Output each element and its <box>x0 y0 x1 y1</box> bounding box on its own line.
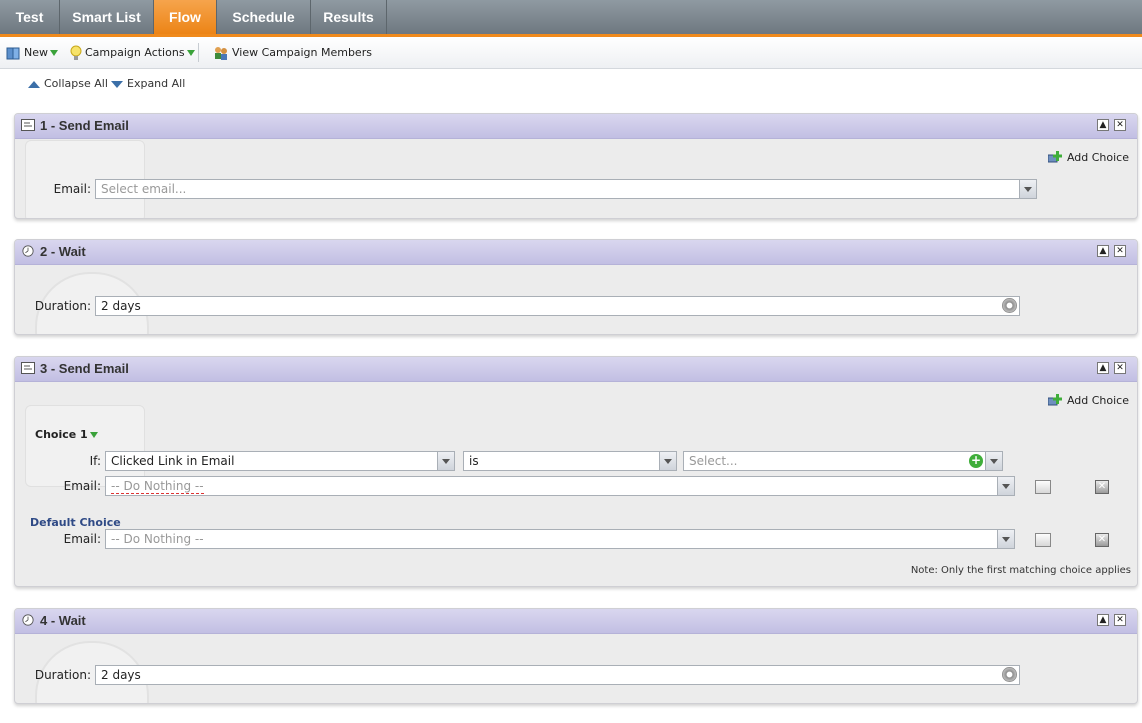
dropdown-arrow-icon[interactable] <box>1019 180 1036 198</box>
campaign-actions-label: Campaign Actions <box>85 46 185 59</box>
dropdown-arrow-icon[interactable] <box>437 452 454 470</box>
delete-choice-icon[interactable]: ✕ <box>1095 533 1109 547</box>
default-email-select[interactable]: -- Do Nothing -- <box>105 529 1015 549</box>
duration-value: 2 days <box>101 668 141 682</box>
tab-smart-list[interactable]: Smart List <box>60 0 154 34</box>
tab-bar: Test Smart List Flow Schedule Results <box>0 0 1142 37</box>
dropdown-arrow-icon[interactable] <box>997 530 1014 548</box>
dropdown-arrow-icon[interactable] <box>985 452 1002 470</box>
expand-all-label: Expand All <box>127 77 186 90</box>
flow-step-4: 4 - Wait ▲ ✕ Duration: 2 days <box>14 608 1138 704</box>
members-icon <box>215 47 227 60</box>
dropdown-arrow-icon[interactable] <box>659 452 676 470</box>
dropdown-arrow-icon <box>50 50 58 56</box>
add-choice-label: Add Choice <box>1066 151 1129 164</box>
email-watermark <box>25 405 145 487</box>
panel-header: 3 - Send Email ▲ ✕ <box>15 357 1137 382</box>
toolbar-separator <box>198 43 199 62</box>
default-email-value: -- Do Nothing -- <box>111 532 204 546</box>
collapse-button[interactable]: ▲ <box>1097 119 1109 131</box>
duration-input[interactable]: 2 days <box>95 296 1020 316</box>
book-icon <box>6 47 20 59</box>
collapse-arrow-icon <box>28 80 40 88</box>
choice-email-select[interactable]: -- Do Nothing -- <box>105 476 1015 496</box>
add-choice-button[interactable]: Add Choice <box>1047 394 1129 408</box>
panel-header: 1 - Send Email ▲ ✕ <box>15 114 1137 139</box>
step-title: 3 - Send Email <box>40 361 129 376</box>
step-title: 4 - Wait <box>40 613 86 628</box>
add-choice-label: Add Choice <box>1066 394 1129 407</box>
choice-1-label: Choice 1 <box>35 428 88 441</box>
email-label: Email: <box>63 479 101 493</box>
delete-step-button[interactable]: ✕ <box>1114 245 1126 257</box>
operator-select[interactable]: is <box>463 451 677 471</box>
duration-label: Duration: <box>34 668 91 682</box>
add-choice-icon <box>1047 151 1062 163</box>
value-select-value: Select... <box>689 454 738 468</box>
delete-step-button[interactable]: ✕ <box>1114 614 1126 626</box>
flow-step-1: 1 - Send Email ▲ ✕ Add Choice Email: Sel… <box>14 113 1138 219</box>
gear-icon[interactable] <box>1002 667 1017 682</box>
collapse-button[interactable]: ▲ <box>1097 362 1109 374</box>
tab-results[interactable]: Results <box>311 0 387 34</box>
flow-step-2: 2 - Wait ▲ ✕ Duration: 2 days <box>14 239 1138 335</box>
step-title: 1 - Send Email <box>40 118 129 133</box>
collapse-button[interactable]: ▲ <box>1097 245 1109 257</box>
duration-input[interactable]: 2 days <box>95 665 1020 685</box>
lightbulb-icon <box>70 45 82 60</box>
dropdown-arrow-icon <box>89 432 98 438</box>
clock-icon <box>22 614 34 626</box>
new-menu-button[interactable]: New <box>6 44 58 62</box>
view-members-label: View Campaign Members <box>232 46 372 59</box>
default-email-label: Email: <box>63 532 101 546</box>
delete-choice-icon[interactable]: ✕ <box>1095 480 1109 494</box>
operator-value: is <box>469 454 479 468</box>
choice-1-menu[interactable]: Choice 1 <box>35 428 98 441</box>
toolbar: New Campaign Actions View Campaign Membe… <box>0 37 1142 69</box>
expand-all-link[interactable]: Expand All <box>111 77 185 90</box>
dropdown-arrow-icon[interactable] <box>997 477 1014 495</box>
tab-flow[interactable]: Flow <box>154 0 217 34</box>
dropdown-arrow-icon <box>186 50 195 56</box>
delete-step-button[interactable]: ✕ <box>1114 119 1126 131</box>
duration-value: 2 days <box>101 299 141 313</box>
panel-header: 4 - Wait ▲ ✕ <box>15 609 1137 634</box>
collapse-all-label: Collapse All <box>44 77 108 90</box>
expand-arrow-icon <box>111 80 123 88</box>
gear-icon[interactable] <box>1002 298 1017 313</box>
choice-email-value: -- Do Nothing -- <box>111 479 204 494</box>
email-select[interactable]: Select email... <box>95 179 1037 199</box>
default-choice-label: Default Choice <box>30 516 121 529</box>
add-choice-icon <box>1047 394 1062 406</box>
delete-step-button[interactable]: ✕ <box>1114 362 1126 374</box>
collapse-button[interactable]: ▲ <box>1097 614 1109 626</box>
flow-step-3: 3 - Send Email ▲ ✕ Add Choice Choice 1 I… <box>14 356 1138 587</box>
email-icon <box>21 119 35 131</box>
new-label: New <box>24 46 48 59</box>
panel-header: 2 - Wait ▲ ✕ <box>15 240 1137 265</box>
view-campaign-members-button[interactable]: View Campaign Members <box>213 44 372 62</box>
if-condition-select[interactable]: Clicked Link in Email <box>105 451 455 471</box>
tab-test[interactable]: Test <box>0 0 60 34</box>
value-select[interactable]: Select... + <box>683 451 1003 471</box>
add-choice-button[interactable]: Add Choice <box>1047 151 1129 165</box>
if-condition-value: Clicked Link in Email <box>111 454 235 468</box>
collapse-all-link[interactable]: Collapse All <box>28 77 108 90</box>
duration-label: Duration: <box>34 299 91 313</box>
choice-note: Note: Only the first matching choice app… <box>910 565 1131 576</box>
add-value-icon[interactable]: + <box>969 454 983 468</box>
preview-email-icon[interactable] <box>1035 533 1051 547</box>
email-select-value: Select email... <box>101 182 187 196</box>
campaign-actions-button[interactable]: Campaign Actions <box>70 44 195 62</box>
tab-schedule[interactable]: Schedule <box>217 0 311 34</box>
email-label: Email: <box>53 182 91 196</box>
clock-icon <box>22 245 34 257</box>
step-title: 2 - Wait <box>40 244 86 259</box>
email-icon <box>21 362 35 374</box>
preview-email-icon[interactable] <box>1035 480 1051 494</box>
if-label: If: <box>89 454 101 468</box>
